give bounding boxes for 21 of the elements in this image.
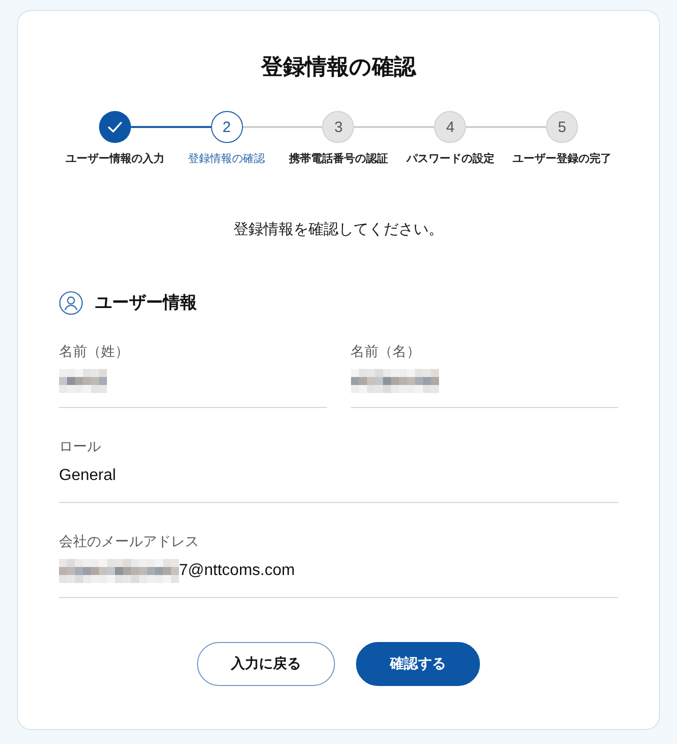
step-label: ユーザー登録の完了: [512, 152, 612, 167]
page-title: 登録情報の確認: [260, 53, 418, 81]
field-value: 7@nttcoms.com: [179, 561, 295, 581]
back-button[interactable]: 入力に戻る: [197, 642, 335, 686]
step-label: パスワードの設定: [406, 152, 494, 167]
field-label: 名前（姓）: [59, 342, 130, 361]
step-label: 携帯電話番号の認証: [288, 152, 388, 167]
section-title: ユーザー情報: [95, 292, 197, 314]
step-number: 2: [210, 111, 243, 143]
field-label: ロール: [59, 437, 102, 456]
instruction-text: 登録情報を確認してください。: [232, 220, 444, 240]
step-number: 5: [546, 111, 578, 143]
step-label: ユーザー情報の入力: [65, 152, 164, 167]
step-number: 4: [434, 111, 466, 143]
user-icon: [59, 291, 83, 315]
field-value: General: [59, 466, 116, 486]
confirm-button[interactable]: 確認する: [356, 642, 480, 686]
step-number: 3: [322, 111, 354, 143]
field-label: 会社のメールアドレス: [59, 532, 200, 551]
field-label: 名前（名）: [350, 342, 422, 361]
step-label: 登録情報の確認: [188, 152, 266, 167]
